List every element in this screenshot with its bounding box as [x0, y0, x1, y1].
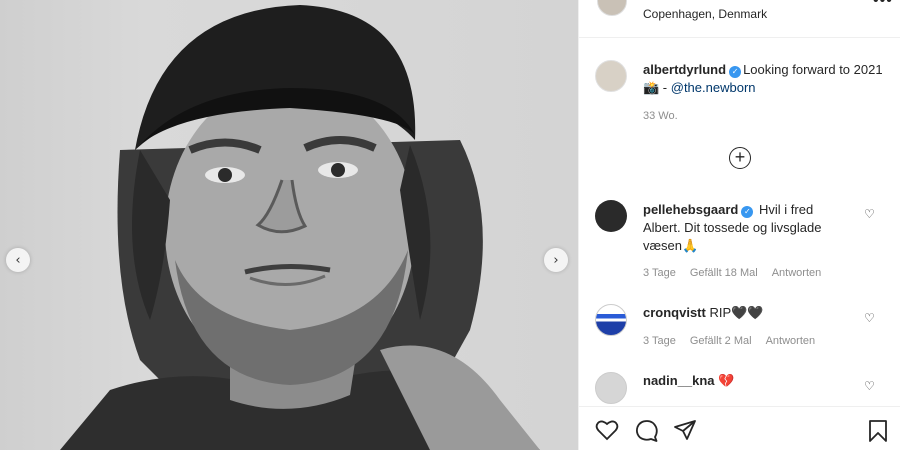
- comment-avatar[interactable]: [595, 200, 627, 232]
- verified-badge-icon: ✓: [741, 206, 754, 218]
- comment-like-heart-icon[interactable]: ♡: [864, 311, 875, 325]
- comment-username[interactable]: nadin__kna: [643, 373, 715, 388]
- post-caption: albertdyrlund ✓ Looking forward to 2021 📸 …: [643, 61, 883, 97]
- comment-item: cronqvistt RIP🖤🖤: [643, 304, 853, 322]
- comment-text: 💔: [718, 373, 735, 388]
- plus-circle-icon[interactable]: +: [729, 147, 751, 169]
- comment-item: pellehebsgaard ✓ Hvil i fred Albert. Dit …: [643, 201, 853, 255]
- comment-time: 3 Tage: [643, 335, 676, 347]
- comment-icon[interactable]: [635, 419, 659, 443]
- caption-avatar[interactable]: [595, 60, 627, 92]
- caption-username[interactable]: albertdyrlund: [643, 62, 726, 77]
- carousel-prev-button[interactable]: ‹: [6, 248, 30, 272]
- caption-time: 33 Wo.: [643, 110, 692, 122]
- comment-meta: 3 Tage Gefällt 18 Mal Antworten: [643, 267, 835, 279]
- comment-reply-button[interactable]: Antworten: [772, 267, 822, 279]
- action-bar: [579, 406, 900, 450]
- portrait-illustration: [60, 5, 540, 450]
- post-header: Copenhagen, Denmark •••: [579, 0, 900, 38]
- comment-avatar[interactable]: [595, 372, 627, 404]
- comment-likes[interactable]: Gefällt 2 Mal: [690, 335, 752, 347]
- verified-badge-icon: ✓: [729, 66, 742, 78]
- heart-icon[interactable]: [595, 419, 619, 441]
- comment-text: RIP🖤🖤: [709, 305, 764, 320]
- caption-mention[interactable]: @the.newborn: [671, 80, 756, 95]
- post-location[interactable]: Copenhagen, Denmark: [643, 7, 767, 21]
- comment-meta: 3 Tage Gefällt 2 Mal Antworten: [643, 335, 829, 347]
- author-avatar[interactable]: [597, 0, 627, 16]
- comment-reply-button[interactable]: Antworten: [766, 335, 816, 347]
- comment-like-heart-icon[interactable]: ♡: [864, 379, 875, 393]
- comment-avatar[interactable]: [595, 304, 627, 336]
- carousel-next-button[interactable]: ›: [544, 248, 568, 272]
- comment-username[interactable]: pellehebsgaard: [643, 202, 738, 217]
- more-options-icon[interactable]: •••: [873, 0, 893, 10]
- post-sidebar: Copenhagen, Denmark ••• albertdyrlund ✓ Lo…: [578, 0, 900, 450]
- bookmark-icon[interactable]: [868, 419, 888, 443]
- post-photo[interactable]: ‹ ›: [0, 0, 578, 450]
- comment-item: nadin__kna 💔: [643, 372, 853, 390]
- comment-time: 3 Tage: [643, 267, 676, 279]
- share-icon[interactable]: [673, 419, 697, 441]
- comment-likes[interactable]: Gefällt 18 Mal: [690, 267, 758, 279]
- comment-like-heart-icon[interactable]: ♡: [864, 207, 875, 221]
- comment-username[interactable]: cronqvistt: [643, 305, 706, 320]
- caption-time-text: 33 Wo.: [643, 110, 678, 122]
